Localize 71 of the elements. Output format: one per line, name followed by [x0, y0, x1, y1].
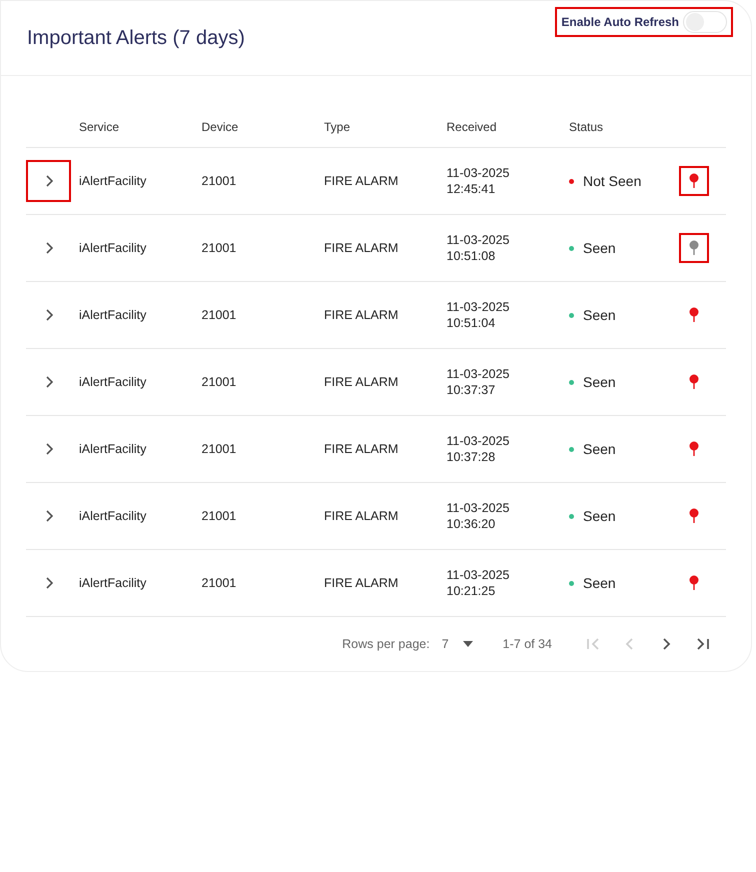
chevron-icon — [44, 242, 54, 254]
time-text: 10:37:37 — [446, 382, 496, 398]
table-cell-text: FIRE ALARM — [324, 172, 400, 190]
skip-icon — [587, 638, 601, 650]
table-cell-text: 21001 — [202, 574, 238, 592]
pin-icon[interactable] — [689, 374, 699, 390]
date-text: 11-03-2025 — [446, 567, 511, 583]
expand-button[interactable] — [26, 160, 71, 202]
date-text: 11-03-2025 — [446, 366, 511, 382]
date-text: 11-03-2025 — [446, 500, 511, 516]
table-cell-text: FIRE ALARM — [324, 240, 400, 257]
time-text: 10:21:25 — [446, 583, 496, 599]
date-text: 11-03-2025 — [446, 232, 511, 248]
skip-icon — [695, 638, 709, 650]
table-cell-text: FIRE ALARM — [324, 440, 400, 458]
status-text: Seen — [583, 372, 616, 392]
column-header: Device — [202, 118, 240, 136]
table-cell-text: 21001 — [202, 508, 238, 525]
pin-icon[interactable] — [689, 240, 699, 256]
time-text: 10:36:20 — [446, 516, 496, 532]
time-text: 10:51:04 — [446, 315, 496, 331]
table-cell-text: iAlertFacility — [79, 306, 148, 324]
date-text: 11-03-2025 — [446, 433, 511, 449]
status-text: Seen — [583, 306, 616, 324]
column-header: Received — [446, 118, 498, 136]
table-cell-text: 21001 — [202, 172, 238, 190]
table-cell-text: iAlertFacility — [79, 374, 148, 391]
table-cell-text: 21001 — [202, 374, 238, 391]
table-cell-text: 21001 — [202, 240, 238, 257]
page-range: 1-7 of 34 — [502, 636, 552, 653]
pin-icon[interactable] — [689, 441, 699, 457]
toggle-label: Enable Auto Refresh — [561, 14, 679, 30]
column-header: Type — [324, 118, 352, 136]
column-header: Service — [79, 118, 120, 136]
table-cell-text: 21001 — [202, 440, 238, 458]
status-text: Seen — [583, 440, 616, 458]
table-cell-text: iAlertFacility — [79, 172, 148, 190]
table-cell-text: 21001 — [202, 306, 238, 324]
chevron-icon — [44, 443, 54, 455]
table-cell-text: FIRE ALARM — [324, 508, 400, 525]
chevron-icon — [44, 309, 54, 321]
table-cell-text: FIRE ALARM — [324, 306, 400, 324]
date-text: 11-03-2025 — [446, 299, 511, 315]
table-cell-text: iAlertFacility — [79, 440, 148, 458]
pin-icon[interactable] — [689, 173, 699, 189]
chevron-icon — [44, 510, 54, 522]
status-text: Seen — [583, 238, 616, 258]
rows-per-page-select[interactable]: 7 — [442, 634, 473, 654]
table-cell-text: FIRE ALARM — [324, 374, 400, 391]
pin-icon[interactable] — [689, 508, 699, 524]
status-text: Seen — [583, 506, 616, 526]
chevron-icon — [44, 376, 54, 388]
pin-icon[interactable] — [689, 307, 699, 323]
rows-per-page-label: Rows per page: — [342, 636, 430, 653]
time-text: 10:37:28 — [446, 449, 496, 465]
time-text: 12:45:41 — [446, 181, 496, 197]
column-header: Status — [569, 118, 604, 136]
chevron-icon — [44, 577, 54, 589]
chevron-icon — [44, 175, 54, 187]
date-text: 11-03-2025 — [446, 165, 511, 181]
card-title: Important Alerts (7 days) — [27, 26, 245, 51]
table-cell-text: iAlertFacility — [79, 240, 148, 257]
status-text: Not Seen — [583, 172, 642, 190]
table-cell-text: iAlertFacility — [79, 574, 148, 592]
status-text: Seen — [583, 574, 616, 592]
table-cell-text: iAlertFacility — [79, 508, 148, 525]
time-text: 10:51:08 — [446, 248, 496, 264]
table-cell-text: FIRE ALARM — [324, 574, 400, 592]
caret-icon — [462, 641, 473, 647]
auto-refresh-switch[interactable] — [683, 10, 727, 32]
pin-icon[interactable] — [689, 575, 699, 591]
